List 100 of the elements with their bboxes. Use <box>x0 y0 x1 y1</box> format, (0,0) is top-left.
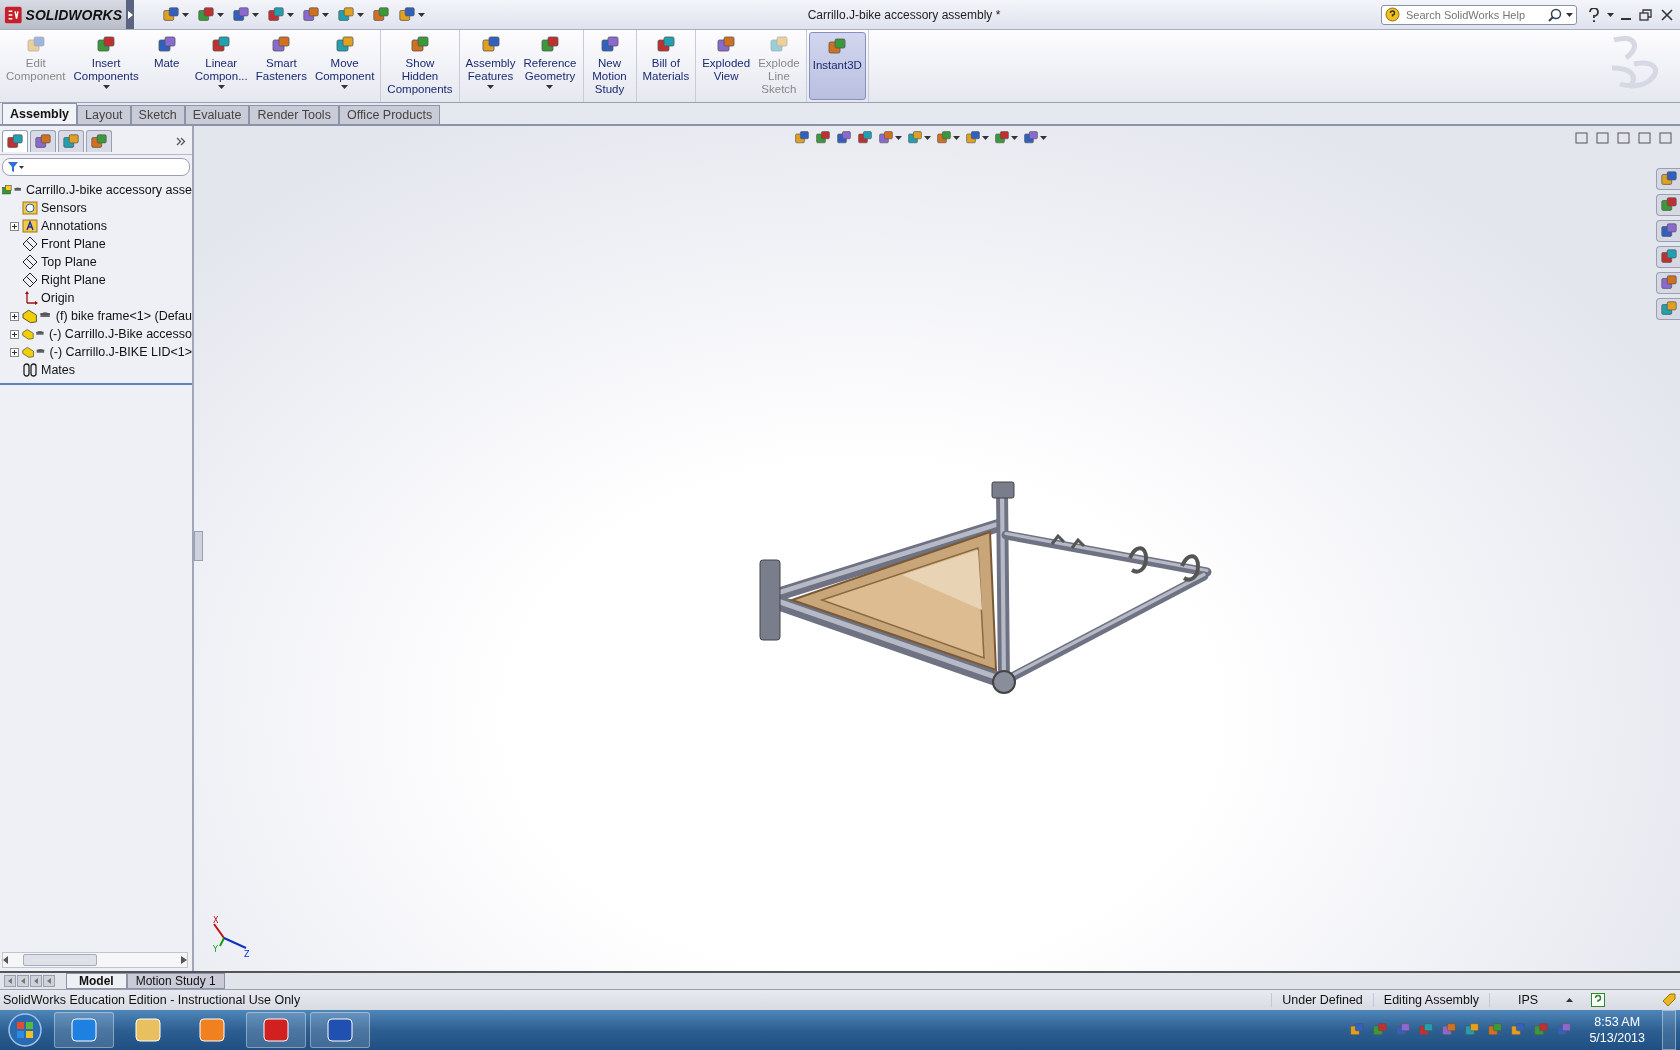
command-button[interactable]: Reference Geometry <box>519 30 581 102</box>
tree-item[interactable]: Annotations <box>41 219 108 233</box>
caret-up-icon[interactable] <box>1566 998 1573 1002</box>
command-button[interactable]: Bill of Materials <box>638 30 694 102</box>
view-toolbar-button[interactable] <box>936 130 960 146</box>
help-button[interactable] <box>1587 6 1601 23</box>
help-icon <box>1385 7 1400 22</box>
expand-toggle[interactable] <box>10 347 19 357</box>
show-desktop-button[interactable] <box>1662 1010 1676 1050</box>
view-toolbar-button[interactable] <box>836 130 852 146</box>
command-button[interactable]: Smart Fasteners <box>251 30 311 102</box>
tray-icon[interactable] <box>1349 1022 1366 1038</box>
task-pane-tab[interactable] <box>1656 194 1680 216</box>
view-toolbar-button[interactable] <box>794 130 810 146</box>
tree-item[interactable]: Carrillo.J-bike accessory asse <box>25 183 192 197</box>
axis-triad-drawing: X Y Z <box>210 914 254 958</box>
tree-item[interactable]: Top Plane <box>41 255 97 269</box>
caret-icon <box>487 85 494 89</box>
expand-toggle[interactable] <box>10 221 19 231</box>
command-button[interactable]: Linear Compon... <box>190 30 252 102</box>
command-button[interactable]: Insert Components <box>69 30 143 102</box>
annotation-folder-icon <box>22 218 38 234</box>
assembly-icon <box>2 182 23 198</box>
task-pane-tab[interactable] <box>1656 168 1680 190</box>
taskbar-button[interactable] <box>54 1012 114 1048</box>
panel-tab[interactable] <box>30 130 56 152</box>
command-icon <box>599 35 620 55</box>
plane-icon <box>22 254 38 270</box>
tag-icon[interactable] <box>1661 992 1677 1008</box>
command-button[interactable]: Move Component <box>310 30 379 102</box>
ribbon-tab[interactable]: Sketch <box>130 105 185 124</box>
sensor-folder-icon <box>22 200 38 216</box>
task-pane-tab[interactable] <box>1656 220 1680 242</box>
tree-item[interactable]: (-) Carrillo.J-BIKE LID<1> <box>49 345 192 359</box>
view-toolbar-button[interactable] <box>965 130 989 146</box>
task-pane-icon <box>1659 222 1678 240</box>
status-field[interactable]: IPS <box>1489 993 1566 1007</box>
command-button[interactable]: Exploded View <box>698 30 755 102</box>
view-toolbar-button[interactable] <box>857 130 873 146</box>
logo-icon <box>4 4 23 25</box>
menu-arrow-icon[interactable] <box>127 10 133 19</box>
caret-icon <box>1011 136 1018 140</box>
caret-icon <box>924 136 931 140</box>
task-pane-tab[interactable] <box>1656 246 1680 268</box>
toolbar-icon <box>337 5 355 24</box>
toolbar-icon <box>232 5 250 24</box>
tray-icon[interactable] <box>1464 1022 1481 1038</box>
taskbar-button[interactable] <box>246 1012 306 1048</box>
command-button[interactable]: Show Hidden Components <box>383 30 457 102</box>
question-icon <box>1588 7 1600 22</box>
view-toolbar-button[interactable] <box>1023 130 1047 146</box>
panel-tab[interactable] <box>58 130 84 152</box>
expand-toggle[interactable] <box>10 329 19 339</box>
ribbon-tab[interactable]: Assembly <box>2 103 78 124</box>
tree-item[interactable]: Mates <box>41 363 76 377</box>
help-icon[interactable] <box>1591 993 1605 1007</box>
scroll-left-icon[interactable] <box>3 956 9 964</box>
study-tab[interactable]: Motion Study 1 <box>126 973 225 989</box>
search-field[interactable]: Search SolidWorks Help <box>1381 4 1577 25</box>
view-toolbar-button[interactable] <box>815 130 831 146</box>
panel-tab[interactable] <box>2 130 28 152</box>
caret-icon <box>252 12 259 17</box>
view-toolbar-button[interactable] <box>994 130 1018 146</box>
ribbon-tab[interactable]: Evaluate <box>184 105 250 124</box>
tree-item[interactable]: (f) bike frame<1> (Defau <box>55 309 192 323</box>
scroll-right-icon[interactable] <box>181 956 187 964</box>
tray-icon[interactable] <box>1510 1022 1527 1038</box>
search-input[interactable]: Search SolidWorks Help <box>1404 7 1544 22</box>
graphics-viewport[interactable]: X Y Z <box>194 126 1680 971</box>
tree-item[interactable]: Front Plane <box>41 237 106 251</box>
panel-tab[interactable] <box>86 130 112 152</box>
tray-icon[interactable] <box>1418 1022 1435 1038</box>
command-button[interactable]: Instant3D <box>808 32 866 100</box>
ribbon-tab[interactable]: Layout <box>77 105 131 124</box>
tree-item[interactable]: Right Plane <box>41 273 106 287</box>
caret-icon <box>895 136 902 140</box>
tree-item[interactable]: Sensors <box>41 201 87 215</box>
panel-collapse-handle[interactable] <box>194 531 203 561</box>
view-toolbar-button[interactable] <box>907 130 931 146</box>
horizontal-scrollbar[interactable] <box>2 952 188 968</box>
command-button[interactable]: Mate <box>142 30 191 102</box>
tray-app-icon <box>1533 1022 1550 1038</box>
command-button[interactable]: New Motion Study <box>585 30 634 102</box>
clock[interactable]: 8:53 AM 5/13/2013 <box>1579 1014 1655 1046</box>
filter-icon <box>7 161 25 173</box>
ribbon-tab[interactable]: Render Tools <box>249 105 339 124</box>
study-tab[interactable]: Model <box>66 973 127 989</box>
task-pane-tab[interactable] <box>1656 298 1680 320</box>
command-button[interactable]: Assembly Features <box>461 30 520 102</box>
task-pane-tab[interactable] <box>1656 272 1680 294</box>
tray-app-icon <box>1395 1022 1412 1038</box>
taskbar-button[interactable] <box>310 1012 370 1048</box>
view-toolbar-button[interactable] <box>878 130 902 146</box>
expand-toggle[interactable] <box>10 311 19 321</box>
ribbon-tab[interactable]: Office Products <box>338 105 441 124</box>
filter-field[interactable] <box>2 158 190 176</box>
tree-item[interactable]: Origin <box>41 291 75 305</box>
command-icon <box>25 35 46 55</box>
tree-item[interactable]: (-) Carrillo.J-Bike accesso <box>48 327 192 341</box>
tray-app-icon <box>1372 1022 1389 1038</box>
